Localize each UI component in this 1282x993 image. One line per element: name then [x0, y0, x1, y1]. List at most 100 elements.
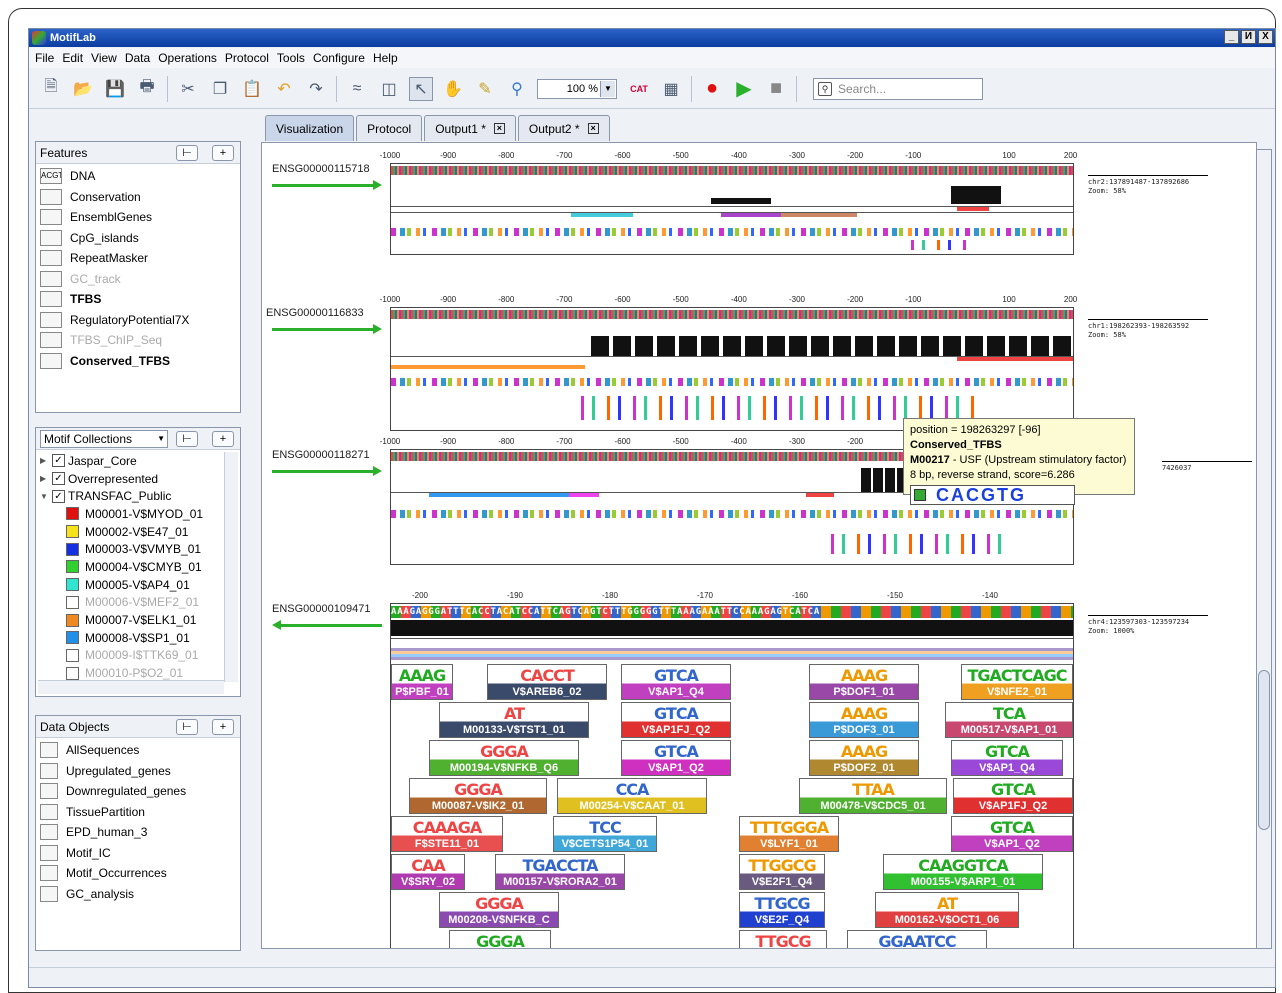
motif-item[interactable]: M00006-V$MEF2_01	[40, 594, 222, 612]
tab-output2[interactable]: Output2 * ×	[517, 115, 610, 141]
tab-protocol[interactable]: Protocol	[356, 115, 423, 141]
motif-occurrence[interactable]: GGGA M00194-V$NFKB_Q6	[429, 740, 579, 776]
motif-occurrence[interactable]: TGACTCAGC V$NFE2_01	[961, 664, 1073, 700]
motif-item[interactable]: M00002-V$E47_01	[40, 523, 222, 541]
feature-item[interactable]: RegulatoryPotential7X	[38, 310, 238, 331]
play-icon[interactable]: ▶	[732, 77, 756, 101]
sequence-track-2[interactable]	[390, 307, 1074, 431]
feature-item[interactable]: TFBS	[38, 289, 238, 310]
collection-select[interactable]: Motif Collections ▼	[40, 429, 168, 448]
motif-occurrence[interactable]: CCA M00254-V$CAAT_01	[557, 778, 707, 814]
data-object-item[interactable]: Motif_IC	[38, 843, 238, 864]
menu-edit[interactable]: Edit	[62, 51, 83, 65]
copy-icon[interactable]: ❐	[208, 77, 232, 101]
sequence-controls[interactable]: chr1:198262393-198263592 Zoom: 58%	[1088, 317, 1208, 340]
motif-occurrence[interactable]: CAAGGTCA M00155-V$ARP1_01	[883, 854, 1043, 890]
motif-occurrence[interactable]: TCC V$CETS1P54_01	[553, 816, 657, 852]
motif-item[interactable]: M00007-V$ELK1_01	[40, 611, 222, 629]
sequence-controls[interactable]: 7426037	[1162, 459, 1252, 473]
close-icon[interactable]: ×	[587, 123, 599, 134]
motif-occurrence[interactable]: AAAG P$PBF_01	[391, 664, 453, 700]
motif-occurrence[interactable]: CACCT V$AREB6_02	[487, 664, 607, 700]
redo-icon[interactable]: ↷	[304, 77, 328, 101]
data-object-item[interactable]: Upregulated_genes	[38, 761, 238, 782]
sequence-controls[interactable]: chr4:123597303-123597234 Zoom: 1000%	[1088, 613, 1208, 636]
checkbox[interactable]: ✓	[52, 472, 65, 486]
motif-collection-item[interactable]: ▼ ✓ TRANSFAC_Public	[40, 487, 222, 505]
hand-tool-icon[interactable]: ✋	[441, 77, 465, 101]
save-icon[interactable]: 💾	[103, 77, 127, 101]
motif-item[interactable]: M00004-V$CMYB_01	[40, 558, 222, 576]
motif-occurrence[interactable]: GGGA M00208-V$NFKB_C	[439, 892, 559, 928]
open-icon[interactable]: 📂	[71, 77, 95, 101]
sequence-name[interactable]: ENSG00000116833	[266, 307, 364, 319]
motif-color-swatch[interactable]	[66, 542, 79, 556]
minimize-button[interactable]: _	[1224, 30, 1239, 44]
feature-item[interactable]: Conserved_TFBS	[38, 351, 238, 372]
feature-item[interactable]: EnsemblGenes	[38, 207, 238, 228]
sequence-name[interactable]: ENSG00000118271	[272, 449, 370, 461]
menu-file[interactable]: File	[35, 51, 54, 65]
motif-occurrence[interactable]: GGAATCCM00194-V$NFKB_Q6	[847, 930, 987, 948]
print-icon[interactable]: 🖶	[135, 77, 159, 101]
maximize-button[interactable]: И	[1241, 30, 1256, 44]
motif-occurrence[interactable]: AT M00162-V$OCT1_06	[875, 892, 1019, 928]
menu-operations[interactable]: Operations	[158, 51, 217, 65]
motif-occurrence[interactable]: CAAAGA F$STE11_01	[391, 816, 503, 852]
motif-collection-item[interactable]: ▶ ✓ Jaspar_Core	[40, 452, 222, 470]
motif-occurrence[interactable]: GTCA V$AP1_Q4	[951, 740, 1063, 776]
feature-item[interactable]: TFBS_ChIP_Seq	[38, 330, 238, 351]
motif-occurrence[interactable]: TTGGCG V$E2F1_Q4	[739, 854, 825, 890]
menu-protocol[interactable]: Protocol	[225, 51, 269, 65]
sequence-icon[interactable]: ≈	[345, 77, 369, 101]
expand-icon[interactable]: ▶	[40, 456, 52, 465]
close-icon[interactable]: ×	[493, 123, 505, 134]
feature-item[interactable]: GC_track	[38, 269, 238, 290]
motif-item[interactable]: M00008-V$SP1_01	[40, 629, 222, 647]
motif-scrollbar[interactable]	[224, 452, 238, 682]
motif-occurrence[interactable]: TGACCTA M00157-V$RORA2_01	[495, 854, 625, 890]
menu-tools[interactable]: Tools	[277, 51, 305, 65]
data-object-item[interactable]: Motif_Occurrences	[38, 863, 238, 884]
zoom-icon[interactable]: ⚲	[505, 77, 529, 101]
motif-hscrollbar[interactable]	[38, 680, 224, 694]
expand-icon[interactable]: ▶	[40, 474, 52, 483]
motif-occurrence[interactable]: GTCA V$AP1FJ_Q2	[621, 702, 731, 738]
menu-configure[interactable]: Configure	[313, 51, 365, 65]
tree-icon[interactable]: ⊢	[176, 719, 198, 735]
feature-item[interactable]: RepeatMasker	[38, 248, 238, 269]
tab-output1[interactable]: Output1 * ×	[424, 115, 516, 141]
record-icon[interactable]: ●	[700, 77, 724, 101]
undo-icon[interactable]: ↶	[272, 77, 296, 101]
search-input[interactable]: ⚲ Search...	[813, 77, 983, 100]
add-feature-button[interactable]: +	[212, 145, 234, 161]
motif-color-swatch[interactable]	[66, 631, 79, 645]
new-icon[interactable]: 🗎	[39, 77, 63, 101]
layout-icon[interactable]: ▦	[659, 77, 683, 101]
motif-item[interactable]: M00005-V$AP4_01	[40, 576, 222, 594]
select-tool-icon[interactable]: ↖	[409, 76, 433, 101]
motif-color-swatch[interactable]	[66, 507, 79, 521]
feature-item[interactable]: CpG_islands	[38, 228, 238, 249]
cut-icon[interactable]: ✂	[176, 77, 200, 101]
motif-color-swatch[interactable]	[66, 525, 79, 539]
motif-occurrence[interactable]: GGGA M00087-V$IK2_01	[409, 778, 547, 814]
menu-data[interactable]: Data	[125, 51, 150, 65]
feature-item[interactable]: Conservation	[38, 187, 238, 208]
scrollbar-thumb[interactable]	[1258, 670, 1270, 830]
data-object-item[interactable]: EPD_human_3	[38, 822, 238, 843]
motif-color-swatch[interactable]	[66, 666, 79, 680]
expand-icon[interactable]: ▼	[40, 492, 52, 501]
checkbox[interactable]: ✓	[52, 489, 65, 503]
zoom-select[interactable]: 100 % ▼	[537, 78, 617, 99]
motif-color-swatch[interactable]	[66, 613, 79, 627]
motif-occurrence[interactable]: AAAG P$DOF2_01	[809, 740, 919, 776]
motif-occurrence[interactable]: AAAG P$DOF1_01	[809, 664, 919, 700]
data-object-item[interactable]: AllSequences	[38, 740, 238, 761]
motif-occurrence[interactable]: AAAG P$DOF3_01	[809, 702, 919, 738]
motif-item[interactable]: M00009-I$TTK69_01	[40, 647, 222, 665]
motif-item[interactable]: M00003-V$VMYB_01	[40, 540, 222, 558]
motif-item[interactable]: M00001-V$MYOD_01	[40, 505, 222, 523]
tree-icon[interactable]: ⊢	[176, 145, 198, 161]
sequence-track-4[interactable]: AAAGAGGGATTTCACCTACATCCATTCAGTCAGTCTTTGG…	[390, 603, 1074, 948]
